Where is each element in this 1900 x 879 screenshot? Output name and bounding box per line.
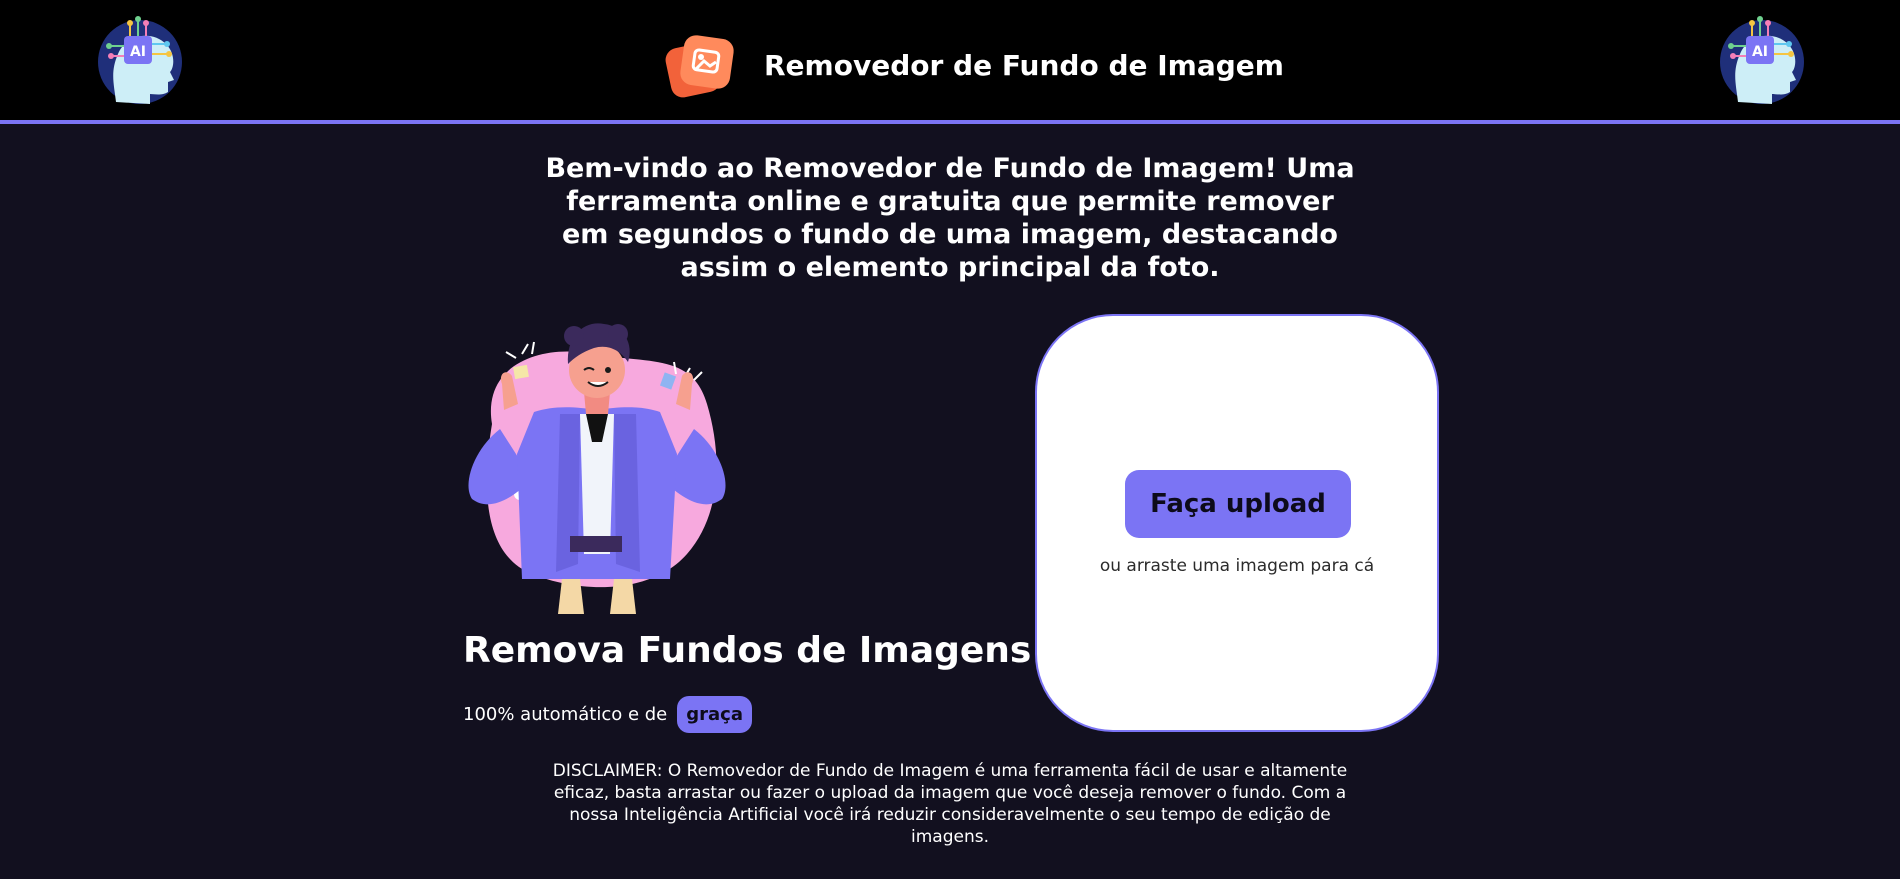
welcome-text: Bem-vindo ao Removedor de Fundo de Image… <box>545 153 1355 283</box>
svg-text:AI: AI <box>1752 44 1768 60</box>
site-header: AI Removedor de Fundo de Imagem AI <box>0 0 1900 124</box>
free-badge: graça <box>677 695 752 733</box>
svg-text:AI: AI <box>130 44 146 60</box>
ai-brain-head-icon: AI <box>1718 14 1806 107</box>
photo-stack-icon <box>664 31 736 99</box>
thumbs-up-person-illustration: ✱ <box>462 314 732 614</box>
disclaimer-text: DISCLAIMER: O Removedor de Fundo de Imag… <box>552 761 1348 847</box>
brand[interactable]: Removedor de Fundo de Imagem <box>664 30 1284 100</box>
upload-button[interactable]: Faça upload <box>1125 470 1351 538</box>
drag-hint: ou arraste uma imagem para cá <box>1099 556 1375 576</box>
ai-brain-head-icon: AI <box>96 14 184 107</box>
site-title: Removedor de Fundo de Imagem <box>764 48 1284 82</box>
upload-dropzone[interactable]: Faça upload ou arraste uma imagem para c… <box>1035 314 1439 732</box>
automatic-text: 100% automático e de <box>463 703 668 725</box>
automatic-free-line: 100% automático e de graça <box>463 694 752 734</box>
hero-title: Remova Fundos de Imagens <box>463 630 1032 671</box>
